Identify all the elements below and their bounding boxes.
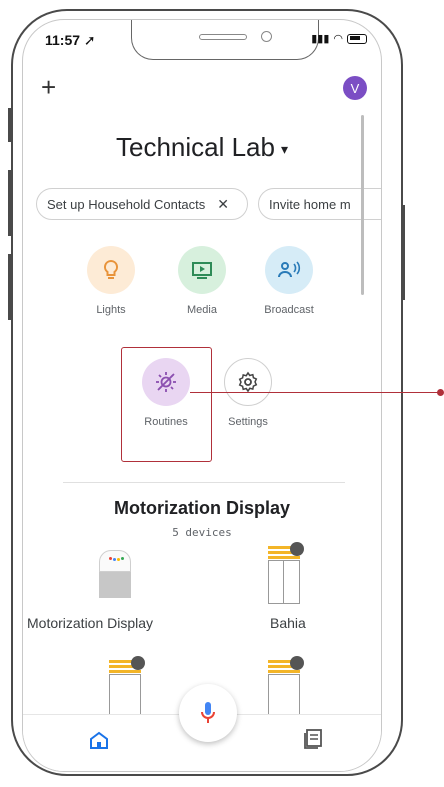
action-label: Broadcast	[264, 304, 314, 316]
chip-label: Invite home m	[269, 196, 351, 212]
device-label: Motorization Display	[27, 615, 154, 631]
mic-icon	[201, 702, 215, 723]
action-label: Media	[187, 304, 217, 316]
divider	[63, 482, 345, 483]
room-title: Motorization Display	[113, 498, 290, 518]
close-icon[interactable]: ✕	[217, 196, 229, 213]
smart-speaker-icon	[99, 550, 131, 598]
action-label: Settings	[228, 416, 268, 428]
add-button[interactable]: +	[41, 74, 56, 100]
notch	[131, 20, 319, 60]
avatar[interactable]: V	[343, 76, 367, 100]
room-subtitle: 5 devices	[172, 526, 232, 539]
gear-icon	[224, 358, 272, 406]
device-label: Bahia	[270, 615, 306, 631]
blind-icon	[268, 656, 304, 716]
device-motorization-display[interactable]: Motorization Display	[23, 540, 203, 640]
app-screen: 11:57 ➚ ▮▮▮ ◠ + V Technical Lab ▾ Set up …	[22, 19, 382, 772]
chip-label: Set up Household Contacts	[47, 196, 206, 212]
signal-icon: ▮▮▮	[311, 33, 330, 45]
device-bahia[interactable]: Bahia	[238, 540, 348, 640]
home-icon[interactable]	[89, 731, 109, 754]
blind-icon	[109, 656, 145, 716]
callout-line	[190, 392, 440, 393]
status-icons: ▮▮▮ ◠	[311, 32, 367, 45]
list-icon[interactable]	[304, 729, 322, 754]
action-lights[interactable]: Lights	[71, 246, 151, 316]
action-media[interactable]: Media	[162, 246, 242, 316]
speaker	[199, 34, 247, 40]
chip-household-contacts[interactable]: Set up Household Contacts ✕	[36, 188, 248, 220]
battery-icon	[347, 33, 367, 44]
highlight-box	[121, 347, 212, 462]
media-icon	[178, 246, 226, 294]
action-broadcast[interactable]: Broadcast	[249, 246, 329, 316]
callout-dot	[437, 389, 444, 396]
action-label: Lights	[96, 304, 126, 316]
lightbulb-icon	[87, 246, 135, 294]
status-time: 11:57 ➚	[45, 32, 96, 48]
wifi-icon: ◠	[333, 33, 343, 45]
action-settings[interactable]: Settings	[208, 358, 288, 428]
broadcast-icon	[265, 246, 313, 294]
chevron-down-icon[interactable]: ▾	[281, 141, 288, 157]
blind-icon	[268, 542, 304, 604]
home-name: Technical Lab	[115, 132, 275, 162]
home-title[interactable]: Technical Lab ▾	[23, 132, 381, 163]
scrollbar[interactable]	[361, 115, 364, 295]
camera	[261, 31, 272, 42]
mic-button[interactable]	[179, 684, 237, 742]
